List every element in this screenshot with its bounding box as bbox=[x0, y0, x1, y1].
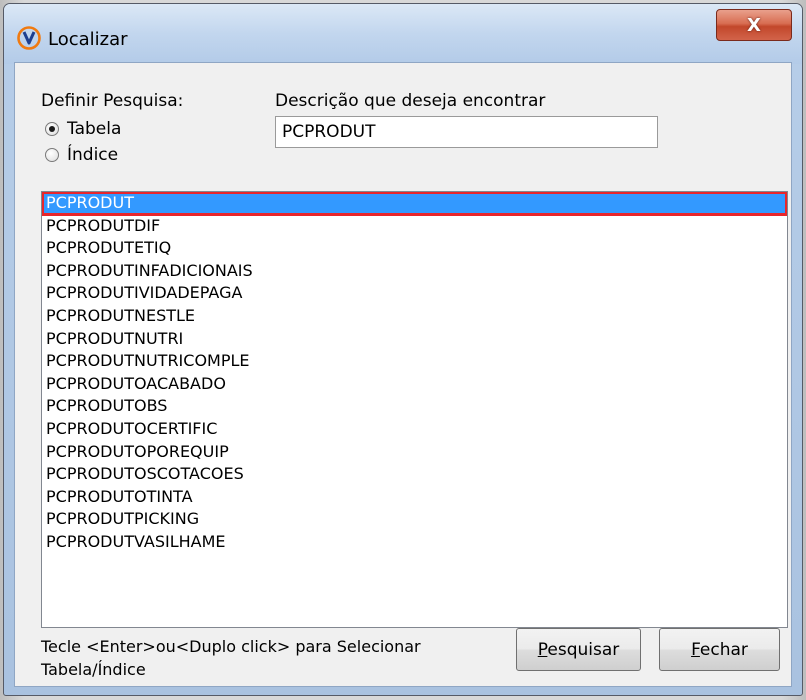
list-item[interactable]: PCPRODUTOSCOTACOES bbox=[42, 463, 787, 486]
radio-button-checked[interactable] bbox=[45, 122, 59, 136]
list-item[interactable]: PCPRODUTNUTRI bbox=[42, 328, 787, 351]
description-label: Descrição que deseja encontrar bbox=[275, 91, 546, 111]
results-listbox[interactable]: PCPRODUT PCPRODUTDIF PCPRODUTETIQ PCPROD… bbox=[41, 191, 788, 628]
radio-indice-label: Índice bbox=[67, 145, 119, 165]
search-button-label: esquisar bbox=[547, 639, 620, 660]
description-input[interactable]: PCPRODUT bbox=[275, 116, 658, 148]
radio-indice[interactable]: Índice bbox=[45, 145, 118, 165]
list-item[interactable]: PCPRODUTETIQ bbox=[42, 237, 787, 260]
list-item[interactable]: PCPRODUTOACABADO bbox=[42, 373, 787, 396]
list-item[interactable]: PCPRODUT bbox=[42, 192, 787, 216]
radio-tabela[interactable]: Tabela bbox=[45, 119, 121, 139]
close-button-label: echar bbox=[699, 639, 748, 660]
list-item[interactable]: PCPRODUTOBS bbox=[42, 395, 787, 418]
list-item[interactable]: PCPRODUTVASILHAME bbox=[42, 531, 787, 554]
list-item[interactable]: PCPRODUTOTINTA bbox=[42, 486, 787, 509]
list-item[interactable]: PCPRODUTPICKING bbox=[42, 508, 787, 531]
close-button-accesskey: F bbox=[691, 639, 700, 660]
list-item[interactable]: PCPRODUTIVIDADEPAGA bbox=[42, 282, 787, 305]
app-logo-icon bbox=[17, 26, 41, 50]
radio-tabela-label: Tabela bbox=[67, 119, 122, 139]
list-item[interactable]: PCPRODUTOPOREQUIP bbox=[42, 441, 787, 464]
close-window-button[interactable]: X bbox=[716, 9, 792, 41]
list-item[interactable]: PCPRODUTDIF bbox=[42, 215, 787, 238]
list-item[interactable]: PCPRODUTINFADICIONAIS bbox=[42, 260, 787, 283]
define-search-label: Definir Pesquisa: bbox=[41, 91, 184, 111]
search-button[interactable]: Pesquisar bbox=[516, 628, 641, 671]
dialog-body: Definir Pesquisa: Descrição que deseja e… bbox=[14, 62, 792, 687]
hint-line-2: Tabela/Índice bbox=[41, 660, 146, 679]
window-title: Localizar bbox=[48, 29, 128, 50]
title-bar[interactable]: Localizar X bbox=[4, 4, 802, 64]
list-item[interactable]: PCPRODUTOCERTIFIC bbox=[42, 418, 787, 441]
radio-button-unchecked[interactable] bbox=[45, 148, 59, 162]
list-item[interactable]: PCPRODUTNUTRICOMPLE bbox=[42, 350, 787, 373]
description-input-value: PCPRODUT bbox=[282, 122, 376, 142]
hint-line-1: Tecle <Enter>ou<Duplo click> para Seleci… bbox=[41, 637, 421, 656]
search-button-accesskey: P bbox=[537, 639, 548, 660]
localizar-dialog: Localizar X Definir Pesquisa: Descrição … bbox=[3, 3, 803, 696]
close-button[interactable]: Fechar bbox=[659, 628, 780, 671]
list-item[interactable]: PCPRODUTNESTLE bbox=[42, 305, 787, 328]
selection-hint: Tecle <Enter>ou<Duplo click> para Seleci… bbox=[41, 635, 501, 681]
close-icon: X bbox=[747, 14, 761, 36]
